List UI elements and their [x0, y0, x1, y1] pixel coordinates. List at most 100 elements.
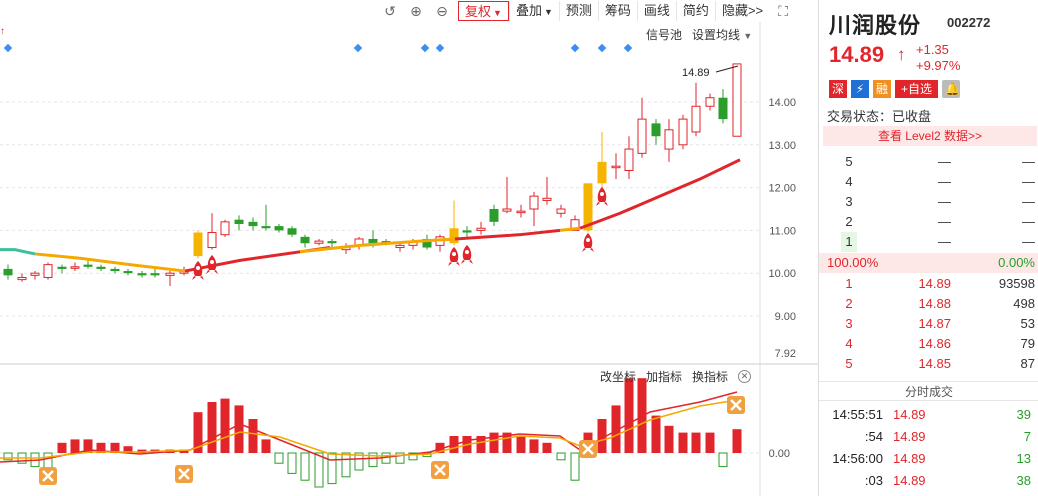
overlay-button[interactable]: 叠加 ▼: [508, 1, 559, 21]
badge-row: 深 ⚡ 融 +自选 🔔: [829, 80, 961, 98]
candle-body: [395, 244, 405, 249]
add-watchlist-button[interactable]: +自选: [895, 80, 939, 98]
candle-body: [70, 266, 80, 269]
candle-body: [137, 273, 147, 276]
macd-bar: [691, 432, 701, 453]
chips-button[interactable]: 筹码: [597, 1, 637, 21]
simple-mode-button[interactable]: 简约: [675, 1, 715, 21]
bell-icon[interactable]: 🔔: [942, 80, 961, 98]
signal-diamond-icon: [623, 43, 633, 53]
sell-row[interactable]: 4 — —: [819, 172, 1038, 192]
caret-down-icon: ▼: [543, 7, 553, 17]
kline-chart-area[interactable]: ↺ ⊕ ⊖ 复权 ▼ 叠加 ▼ 预测 筹码 画线 简约 隐藏>> ⛶ 信号池 设置均…: [0, 0, 818, 496]
zoom-out-icon[interactable]: ⊖: [432, 1, 452, 21]
order-volume: —: [1022, 194, 1035, 209]
macd-bar: [341, 452, 351, 478]
buy-row[interactable]: 1 14.89 93598: [819, 274, 1038, 294]
overlay-label: 叠加: [515, 3, 542, 18]
candle-body: [651, 123, 661, 137]
up-arrow-icon: ↑: [897, 45, 906, 64]
order-level: 5: [845, 154, 853, 169]
order-level: 4: [845, 174, 853, 189]
tick-row: 14:55:51 14.89 39: [819, 404, 1038, 426]
tick-time: :54: [864, 429, 883, 444]
zoom-in-icon[interactable]: ⊕: [406, 1, 426, 21]
order-price: 14.86: [918, 336, 951, 351]
candle-body: [611, 165, 621, 169]
sell-row[interactable]: 2 — —: [819, 212, 1038, 232]
switch-indicator-button[interactable]: 换指标: [692, 368, 728, 385]
trade-status: 交易状态：已收盘: [827, 109, 932, 124]
tick-row: 14:56:00 14.89 13: [819, 448, 1038, 470]
order-volume: 498: [1013, 296, 1035, 311]
candle-body: [691, 105, 701, 133]
order-level: 5: [845, 356, 853, 371]
kline-svg[interactable]: ↑ 14.00 13.00 12.00 11.00 10.00 9.00 7.92 0.00 1…: [0, 22, 818, 496]
rocket-fin: [461, 260, 473, 264]
candle-body: [718, 97, 728, 120]
candle-body: [489, 209, 499, 222]
change-percent: +9.97%: [916, 58, 961, 73]
fuquan-button[interactable]: 复权 ▼: [458, 1, 509, 21]
macd-bar: [664, 425, 674, 453]
rocket-window: [210, 260, 214, 264]
hide-button[interactable]: 隐藏>>: [714, 1, 769, 21]
undo-icon[interactable]: ↺: [380, 1, 400, 21]
macd-bar: [542, 442, 552, 453]
macd-bar: [57, 442, 67, 453]
price-tick-label: 12.00: [768, 183, 796, 195]
macd-bar: [70, 439, 80, 453]
macd-bar: [261, 439, 271, 453]
order-level: 1: [841, 232, 857, 252]
buy-row[interactable]: 2 14.88 498: [819, 294, 1038, 314]
sell-row[interactable]: 1 — —: [819, 232, 1038, 252]
macd-bar: [718, 452, 728, 468]
fullscreen-icon[interactable]: ⛶: [773, 1, 793, 21]
candle-body: [476, 227, 486, 231]
candle-body: [449, 228, 459, 244]
level2-link[interactable]: 查看 Level2 数据>>: [823, 126, 1037, 146]
candle-body: [462, 230, 472, 233]
up-marker-icon: ↑: [0, 26, 5, 37]
macd-bar: [248, 419, 258, 453]
candle-body: [165, 272, 175, 276]
macd-bar: [529, 439, 539, 453]
rocket-fin: [596, 202, 608, 206]
price-tick-label: 9.00: [775, 311, 796, 323]
fuquan-label: 复权: [465, 4, 492, 19]
order-volume: —: [1022, 214, 1035, 229]
order-volume: —: [1022, 154, 1035, 169]
buy-row[interactable]: 3 14.87 53: [819, 314, 1038, 334]
candle-body: [705, 97, 715, 107]
rocket-window: [600, 192, 604, 196]
change-coord-button[interactable]: 改坐标: [600, 368, 636, 385]
rocket-window: [452, 252, 456, 256]
sell-row[interactable]: 3 — —: [819, 192, 1038, 212]
forecast-button[interactable]: 预测: [558, 1, 598, 21]
macd-bar: [314, 452, 324, 488]
sell-row[interactable]: 5 — —: [819, 152, 1038, 172]
macd-bar: [624, 378, 634, 453]
order-level: 3: [845, 316, 853, 331]
candle-body: [516, 210, 526, 214]
ticks-title: 分时成交: [819, 381, 1038, 401]
candle-body: [542, 197, 552, 201]
buy-row[interactable]: 5 14.85 87: [819, 354, 1038, 374]
tick-row: :54 14.89 7: [819, 426, 1038, 448]
ma-teal-line: [0, 248, 36, 256]
signal-diamond-icon: [570, 43, 580, 53]
candle-body: [732, 63, 742, 137]
draw-line-button[interactable]: 画线: [636, 1, 676, 21]
lightning-icon[interactable]: ⚡: [851, 80, 870, 98]
order-level: 2: [845, 214, 853, 229]
candle-body: [597, 161, 607, 184]
price-tick-label: 13.00: [768, 140, 796, 152]
close-icon[interactable]: ✕: [738, 370, 752, 383]
tick-time: 14:56:00: [832, 451, 883, 466]
buy-row[interactable]: 4 14.86 79: [819, 334, 1038, 354]
tick-time: :03: [864, 473, 883, 488]
add-indicator-button[interactable]: 加指标: [646, 368, 682, 385]
candles: [3, 63, 742, 287]
rocket-fin: [582, 248, 594, 252]
signal-diamond-icon: [3, 43, 13, 53]
